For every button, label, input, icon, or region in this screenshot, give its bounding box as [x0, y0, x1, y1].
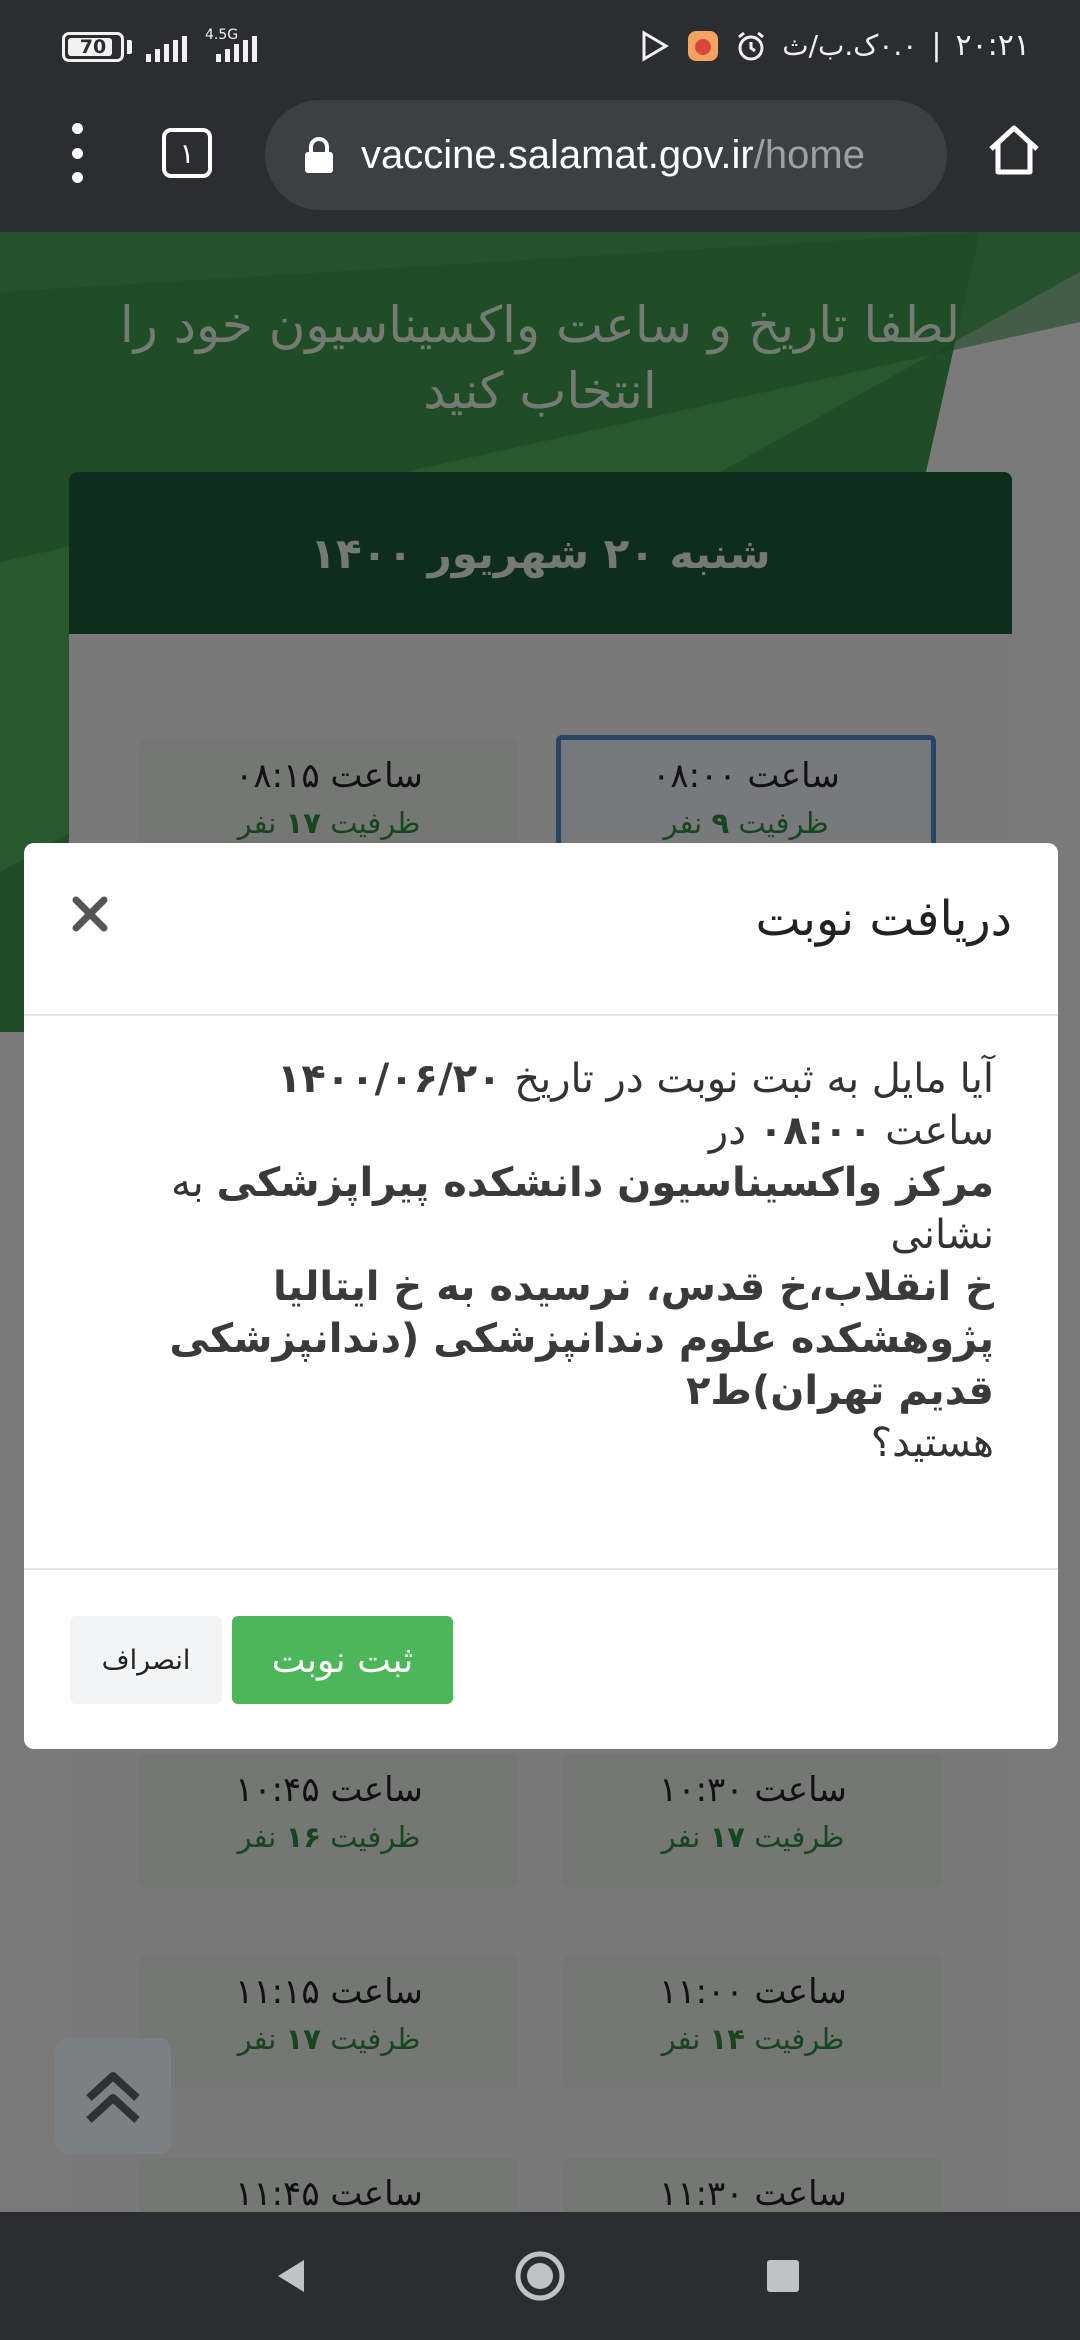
status-separator: | — [931, 28, 942, 63]
status-bar: 70 4.5G ۲۰:۲۱ | ۰.۰ک.ب/ث — [0, 0, 1080, 95]
confirm-appointment-button[interactable]: ثبت نوبت — [232, 1616, 453, 1704]
app-notification-icon — [686, 29, 720, 63]
play-store-icon — [638, 29, 672, 63]
scroll-to-top-button[interactable] — [55, 2038, 171, 2154]
double-chevron-up-icon — [86, 2072, 140, 2123]
url-path: /home — [753, 132, 865, 177]
url-text: vaccine.salamat.gov.ir/home — [361, 133, 865, 178]
vaccination-center: مرکز واکسیناسیون دانشکده پیراپزشکی — [216, 1160, 994, 1206]
modal-header: دریافت نوبت — [24, 843, 1058, 1016]
signal-icon — [146, 36, 187, 62]
address-bar[interactable]: vaccine.salamat.gov.ir/home — [265, 100, 947, 210]
confirm-appointment-dialog: دریافت نوبت آیا مایل به ثبت نوبت در تاری… — [24, 843, 1058, 1749]
battery-level: 70 — [79, 36, 107, 58]
appointment-date: ۱۴۰۰/۰۶/۲۰ — [277, 1056, 502, 1102]
status-right: ۲۰:۲۱ | ۰.۰ک.ب/ث — [638, 28, 1030, 63]
modal-title: دریافت نوبت — [755, 891, 1012, 947]
system-navigation-bar — [0, 2212, 1080, 2340]
close-icon[interactable] — [64, 888, 116, 940]
alarm-icon — [734, 29, 768, 63]
url-domain: vaccine.salamat.gov.ir — [361, 132, 754, 177]
signal-icon-2 — [216, 36, 257, 62]
status-date: ۰.۰ک.ب/ث — [782, 29, 918, 62]
home-icon[interactable] — [985, 122, 1043, 180]
cancel-button[interactable]: انصراف — [70, 1616, 222, 1704]
lock-icon — [305, 137, 333, 173]
more-menu-icon[interactable] — [62, 123, 92, 183]
home-circle-icon[interactable] — [510, 2246, 570, 2306]
tab-switcher-button[interactable]: ۱ — [162, 128, 212, 178]
browser-toolbar: ۱ vaccine.salamat.gov.ir/home — [0, 95, 1080, 232]
clock: ۲۰:۲۱ — [955, 28, 1030, 63]
modal-message: آیا مایل به ثبت نوبت در تاریخ ۱۴۰۰/۰۶/۲۰… — [169, 1056, 994, 1466]
recents-icon[interactable] — [753, 2246, 813, 2306]
battery-icon: 70 — [62, 32, 124, 62]
modal-footer: ثبت نوبت انصراف — [24, 1568, 1058, 1749]
back-icon[interactable] — [262, 2246, 322, 2306]
center-address: خ انقلاب،خ قدس، نرسیده به خ ایتالیا پژوه… — [169, 1264, 994, 1414]
appointment-time: ۰۸:۰۰ — [758, 1108, 873, 1154]
